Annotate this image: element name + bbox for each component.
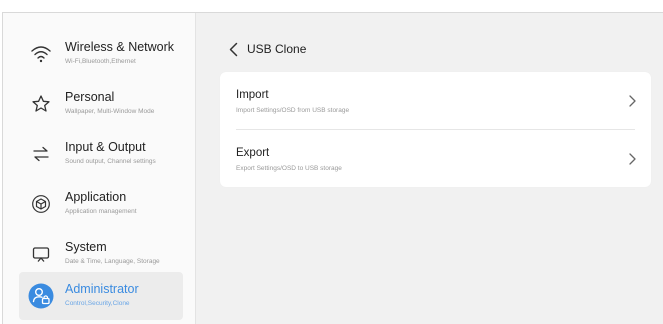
settings-sidebar: Wireless & Network Wi-Fi,Bluetooth,Ether… (3, 13, 196, 324)
main-panel: USB Clone Import Import Settings/OSD fro… (196, 13, 663, 324)
sidebar-item-description: Date & Time, Language, Storage (65, 258, 160, 265)
chevron-right-icon (629, 95, 636, 107)
sidebar-item-label: Administrator (65, 282, 139, 296)
export-option[interactable]: Export Export Settings/OSD to USB storag… (220, 130, 651, 187)
sidebar-item-label: System (65, 240, 107, 254)
cube-icon (28, 191, 54, 217)
sidebar-item-wireless-network[interactable]: Wireless & Network Wi-Fi,Bluetooth,Ether… (19, 30, 183, 78)
sidebar-item-system[interactable]: System Date & Time, Language, Storage (19, 230, 183, 278)
sidebar-item-description: Wi-Fi,Bluetooth,Ethernet (65, 58, 136, 65)
page-header: USB Clone (225, 39, 306, 59)
sidebar-item-application[interactable]: Application Application management (19, 180, 183, 228)
sidebar-item-description: Wallpaper, Multi-Window Mode (65, 108, 155, 115)
admin-lock-icon (28, 283, 54, 309)
monitor-icon (28, 241, 54, 267)
sidebar-item-personal[interactable]: Personal Wallpaper, Multi-Window Mode (19, 80, 183, 128)
option-description: Import Settings/OSD from USB storage (236, 107, 350, 114)
sidebar-item-label: Wireless & Network (65, 40, 175, 54)
settings-window: Wireless & Network Wi-Fi,Bluetooth,Ether… (2, 12, 663, 324)
sidebar-item-administrator[interactable]: Administrator Control,Security,Clone (19, 272, 183, 320)
option-label: Import (236, 89, 269, 101)
wifi-icon (28, 41, 54, 67)
option-label: Export (236, 147, 270, 159)
back-button[interactable] (225, 40, 241, 58)
page-title: USB Clone (247, 42, 307, 56)
sidebar-item-description: Control,Security,Clone (65, 300, 130, 307)
sidebar-item-description: Application management (65, 208, 137, 215)
star-icon (28, 91, 54, 117)
option-description: Export Settings/OSD to USB storage (236, 165, 342, 172)
sidebar-item-label: Input & Output (65, 140, 146, 154)
options-card: Import Import Settings/OSD from USB stor… (220, 72, 651, 187)
sidebar-item-description: Sound output, Channel settings (65, 158, 156, 165)
swap-arrows-icon (28, 141, 54, 167)
sidebar-item-label: Application (65, 190, 127, 204)
sidebar-item-label: Personal (65, 90, 115, 104)
chevron-right-icon (629, 153, 636, 165)
import-option[interactable]: Import Import Settings/OSD from USB stor… (220, 72, 651, 129)
chevron-left-icon (229, 42, 237, 56)
sidebar-item-input-output[interactable]: Input & Output Sound output, Channel set… (19, 130, 183, 178)
